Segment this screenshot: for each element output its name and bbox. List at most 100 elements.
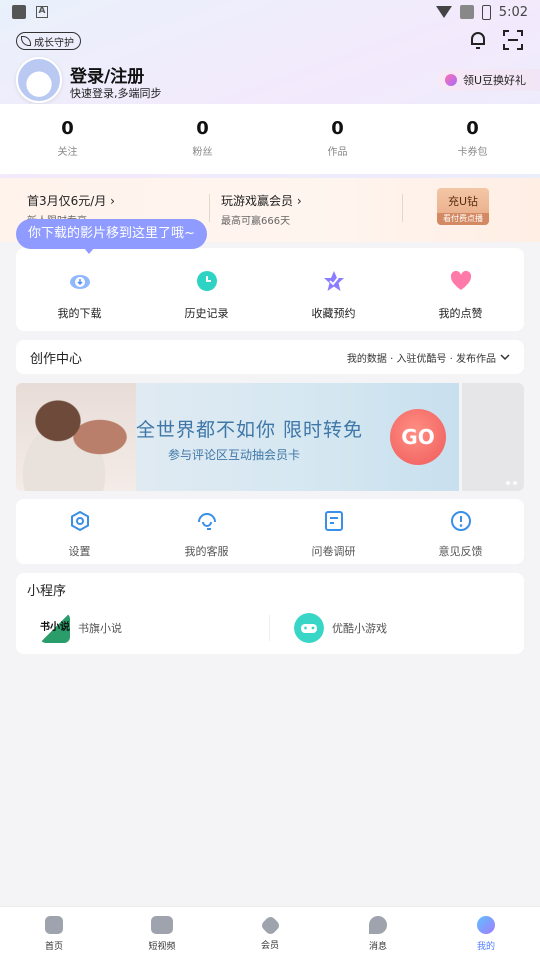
- tab-label: 消息: [368, 942, 387, 952]
- tools-card: 设置 我的客服 问卷调研 意见反馈: [16, 499, 524, 564]
- customer-service-icon: [197, 513, 216, 530]
- message-bubble-icon: [369, 916, 387, 934]
- chevron-right-icon: ›: [296, 194, 302, 208]
- status-bar: A 5:02: [0, 0, 540, 24]
- tool-feedback[interactable]: 意见反馈: [397, 499, 524, 564]
- tool-label: 问卷调研: [311, 545, 356, 558]
- banner-next-slide[interactable]: [462, 383, 524, 491]
- status-time: 5:02: [498, 4, 528, 20]
- creation-links-text: 我的数据 · 入驻优酷号 · 发布作品: [346, 353, 496, 365]
- tool-label: 我的客服: [184, 545, 229, 558]
- vip-game-title: 玩游戏赢会员: [221, 194, 294, 208]
- redeem-beans-button[interactable]: 领U豆换好礼: [437, 69, 540, 91]
- tool-customer-service[interactable]: 我的客服: [143, 499, 270, 564]
- stat-label: 作品: [327, 147, 348, 158]
- vip-offer-title: 首3月仅6元/月: [27, 194, 107, 208]
- stat-label: 粉丝: [192, 147, 213, 158]
- shortcut-favorites[interactable]: 收藏预约: [270, 248, 397, 331]
- stat-value: 0: [196, 118, 209, 139]
- bottom-tab-bar: 首页 短视频 会员 消息 我的: [0, 906, 540, 960]
- mini-program-label: 优酷小游戏: [332, 622, 387, 635]
- tool-settings[interactable]: 设置: [16, 499, 143, 564]
- leaf-icon: [21, 36, 31, 46]
- scan-icon[interactable]: [503, 30, 523, 50]
- shortcut-likes[interactable]: 我的点赞: [397, 248, 524, 331]
- wifi-icon: [435, 6, 452, 18]
- shortcut-label: 我的下载: [57, 307, 102, 320]
- redeem-label: 领U豆换好礼: [463, 74, 527, 87]
- mini-programs-title: 小程序: [27, 584, 67, 599]
- banner-go-button[interactable]: GO: [390, 409, 446, 465]
- tab-vip[interactable]: 会员: [216, 907, 324, 960]
- settings-icon: [70, 510, 89, 532]
- video-camera-icon: [151, 916, 173, 934]
- shortcut-label: 收藏预约: [311, 307, 356, 320]
- bell-icon[interactable]: [468, 30, 488, 50]
- diamond-icon: [259, 914, 281, 937]
- shortcut-label: 历史记录: [184, 307, 229, 320]
- chevron-right-icon: ›: [110, 194, 115, 208]
- feedback-icon: [450, 511, 471, 531]
- vip-offer-game[interactable]: 玩游戏赢会员 › 最高可赢666天: [221, 192, 302, 227]
- login-register-link[interactable]: 登录/注册: [70, 62, 144, 87]
- stat-label: 卡券包: [457, 147, 488, 158]
- charge-diamond-button[interactable]: 充U钻 看付费点播: [437, 188, 489, 225]
- tab-mine[interactable]: 我的: [432, 907, 540, 960]
- history-icon: [196, 271, 217, 291]
- banner-couple-image: [16, 383, 136, 491]
- promo-banner[interactable]: 全世界都不如你 限时转免 参与评论区互动抽会员卡 GO: [16, 383, 459, 491]
- tab-label: 我的: [476, 942, 495, 952]
- shortcut-history[interactable]: 历史记录: [143, 248, 270, 331]
- mini-program-youku-games[interactable]: 优酷小游戏: [294, 613, 387, 643]
- tab-label: 会员: [260, 941, 279, 951]
- tab-messages[interactable]: 消息: [324, 907, 432, 960]
- tab-home[interactable]: 首页: [0, 907, 108, 960]
- tool-label: 意见反馈: [438, 545, 483, 558]
- banner-subline: 参与评论区互动抽会员卡: [168, 448, 301, 462]
- mini-program-shuqi[interactable]: 书小说 书旗小说: [40, 613, 122, 643]
- chevron-down-icon: [500, 354, 510, 361]
- heart-icon: [450, 270, 471, 290]
- charge-sub: 看付费点播: [437, 213, 489, 225]
- stat-coupons[interactable]: 0 卡券包: [405, 104, 540, 174]
- favorite-icon: [323, 271, 344, 291]
- growth-badge-label: 成长守护: [34, 37, 74, 49]
- growth-protect-badge[interactable]: 成长守护: [16, 32, 81, 50]
- shortcut-label: 我的点赞: [438, 307, 483, 320]
- divider: [269, 615, 270, 641]
- login-subtitle: 快速登录,多端同步: [70, 87, 162, 100]
- avatar[interactable]: [16, 57, 62, 103]
- carousel-dots: [506, 481, 517, 485]
- battery-icon: [481, 4, 491, 20]
- banner-headline: 全世界都不如你 限时转免: [136, 419, 364, 441]
- download-moved-tooltip: 你下载的影片移到这里了哦~: [16, 219, 207, 254]
- android-icon: [12, 5, 26, 19]
- survey-icon: [324, 511, 343, 531]
- shortcut-downloads[interactable]: 我的下载: [16, 248, 143, 331]
- stat-value: 0: [331, 118, 344, 139]
- shortcuts-card: 我的下载 历史记录 收藏预约 我的点赞: [16, 248, 524, 331]
- creation-links: 我的数据 · 入驻优酷号 · 发布作品: [347, 350, 510, 365]
- no-signal-icon: [459, 5, 474, 19]
- creation-center-row[interactable]: 创作中心 我的数据 · 入驻优酷号 · 发布作品: [16, 340, 524, 374]
- stat-value: 0: [466, 118, 479, 139]
- bean-icon: [445, 74, 457, 86]
- stat-value: 0: [61, 118, 74, 139]
- carousel-dot: [513, 481, 517, 485]
- stat-following[interactable]: 0 关注: [0, 104, 135, 174]
- stats-row: 0 关注 0 粉丝 0 作品 0 卡券包: [0, 104, 540, 174]
- stat-fans[interactable]: 0 粉丝: [135, 104, 270, 174]
- vip-game-sub: 最高可赢666天: [221, 216, 291, 227]
- tool-survey[interactable]: 问卷调研: [270, 499, 397, 564]
- tool-label: 设置: [68, 545, 91, 558]
- stat-works[interactable]: 0 作品: [270, 104, 405, 174]
- home-icon: [45, 916, 63, 934]
- creation-center-title: 创作中心: [30, 351, 83, 367]
- mini-program-label: 书旗小说: [78, 622, 122, 635]
- carousel-dot: [506, 481, 510, 485]
- profile-icon: [477, 916, 495, 934]
- download-icon: [69, 275, 90, 289]
- tab-short-video[interactable]: 短视频: [108, 907, 216, 960]
- stat-label: 关注: [57, 147, 78, 158]
- gamepad-icon: [294, 613, 324, 643]
